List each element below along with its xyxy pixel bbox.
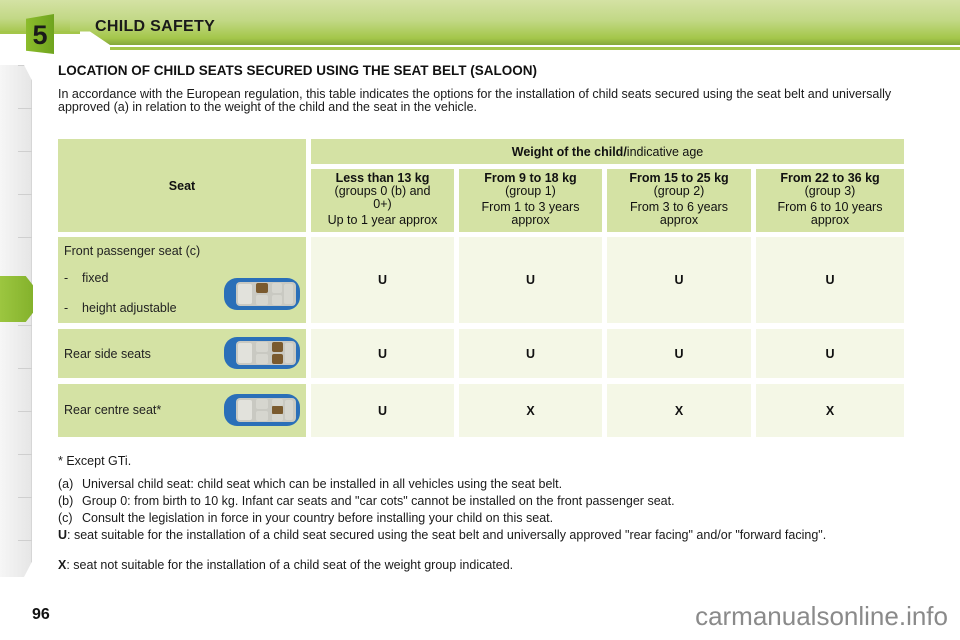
suitability-cell: U <box>756 329 904 378</box>
chapter-tab-active[interactable] <box>0 276 33 322</box>
row-label-front-passenger: Front passenger seat (c) - fixed - heigh… <box>58 237 306 323</box>
legend-u: U : seat suitable for the installation o… <box>58 529 908 542</box>
suitability-cell: U <box>311 237 454 323</box>
group-subtitle: (group 3) <box>804 184 856 198</box>
tab-divider <box>18 497 32 498</box>
seat-column-header: Seat <box>58 139 306 232</box>
chapter-number: 5 <box>32 19 48 50</box>
footnote-key: (c) <box>58 511 73 525</box>
group-header: From 22 to 36 kg (group 3) From 6 to 10 … <box>756 169 904 232</box>
watermark: carmanualsonline.info <box>695 601 948 631</box>
weight-header-rest: indicative age <box>626 144 704 159</box>
group-age: From 3 to 6 years approx <box>630 200 728 227</box>
chapter-title: CHILD SAFETY <box>95 18 216 35</box>
tab-divider <box>18 194 32 195</box>
legend-key-u: U <box>58 528 68 542</box>
car-front-passenger-seat-icon <box>224 278 300 310</box>
section-title: LOCATION OF CHILD SEATS SECURED USING TH… <box>58 63 537 78</box>
tab-divider <box>18 151 32 152</box>
footnote-c: (c) Consult the legislation in force in y… <box>58 512 553 525</box>
group-subtitle: (group 1) <box>505 184 556 198</box>
footnote-key: (a) <box>58 477 74 491</box>
suitability-cell: U <box>459 329 602 378</box>
legend-text-u: : seat suitable for the installation of … <box>67 528 827 542</box>
row-label-rear-centre: Rear centre seat* <box>58 384 306 437</box>
footnote-a: (a) Universal child seat: child seat whic… <box>58 478 562 491</box>
row-label-text: Rear side seats <box>64 347 151 361</box>
group-age: From 6 to 10 years approx <box>777 200 883 227</box>
suitability-cell: X <box>607 384 751 437</box>
row-sub-item: - fixed <box>64 271 109 285</box>
group-age: From 1 to 3 years approx <box>481 200 580 227</box>
row-label-rear-side: Rear side seats <box>58 329 306 378</box>
header-divider <box>110 47 960 50</box>
footnote-text: Consult the legislation in force in your… <box>82 511 554 525</box>
car-rear-centre-seat-icon <box>224 394 300 426</box>
legend-text-x: : seat not suitable for the installation… <box>66 558 514 572</box>
suitability-cell: U <box>607 329 751 378</box>
group-header: Less than 13 kg (groups 0 (b) and 0+) Up… <box>311 169 454 232</box>
suitability-cell: U <box>756 237 904 323</box>
row-label-text: Rear centre seat* <box>64 403 162 417</box>
child-seat-table: Seat Weight of the child/indicative age … <box>58 139 904 437</box>
tab-divider <box>18 325 32 326</box>
row-label-text: Front passenger seat (c) <box>64 244 201 258</box>
intro-paragraph: In accordance with the European regulati… <box>58 87 892 114</box>
footnote-text: Group 0: from birth to 10 kg. Infant car… <box>82 494 675 508</box>
group-subtitle: (group 2) <box>653 184 705 198</box>
suitability-cell: X <box>756 384 904 437</box>
footnote-text: Universal child seat: child seat which c… <box>82 477 563 491</box>
group-subtitle: (groups 0 (b) and 0+) <box>334 184 431 211</box>
legend-x: X: seat not suitable for the installatio… <box>58 559 513 572</box>
suitability-cell: U <box>311 384 454 437</box>
weight-header-bold: Weight of the child/ <box>511 144 627 159</box>
suitability-cell: X <box>459 384 602 437</box>
group-age: Up to 1 year approx <box>327 213 438 227</box>
page-number: 96 <box>32 606 50 623</box>
weight-column-header: Weight of the child/indicative age <box>311 139 904 164</box>
tab-divider <box>18 368 32 369</box>
footnote-key: (b) <box>58 494 74 508</box>
tab-divider <box>18 108 32 109</box>
row-sub-item: - height adjustable <box>64 301 177 315</box>
group-header: From 9 to 18 kg (group 1) From 1 to 3 ye… <box>459 169 602 232</box>
tab-divider <box>18 540 32 541</box>
tab-divider <box>18 237 32 238</box>
tab-divider <box>18 411 32 412</box>
suitability-cell: U <box>459 237 602 323</box>
tab-divider <box>18 454 32 455</box>
footnote-b: (b) Group 0: from birth to 10 kg. Infant … <box>58 495 675 508</box>
group-header: From 15 to 25 kg (group 2) From 3 to 6 y… <box>607 169 751 232</box>
suitability-cell: U <box>311 329 454 378</box>
tab-divider <box>18 65 32 66</box>
chapter-badge: 5 <box>26 14 54 54</box>
car-rear-side-seats-icon <box>224 337 300 369</box>
suitability-cell: U <box>607 237 751 323</box>
asterisk-note: * Except GTi. <box>58 454 132 468</box>
